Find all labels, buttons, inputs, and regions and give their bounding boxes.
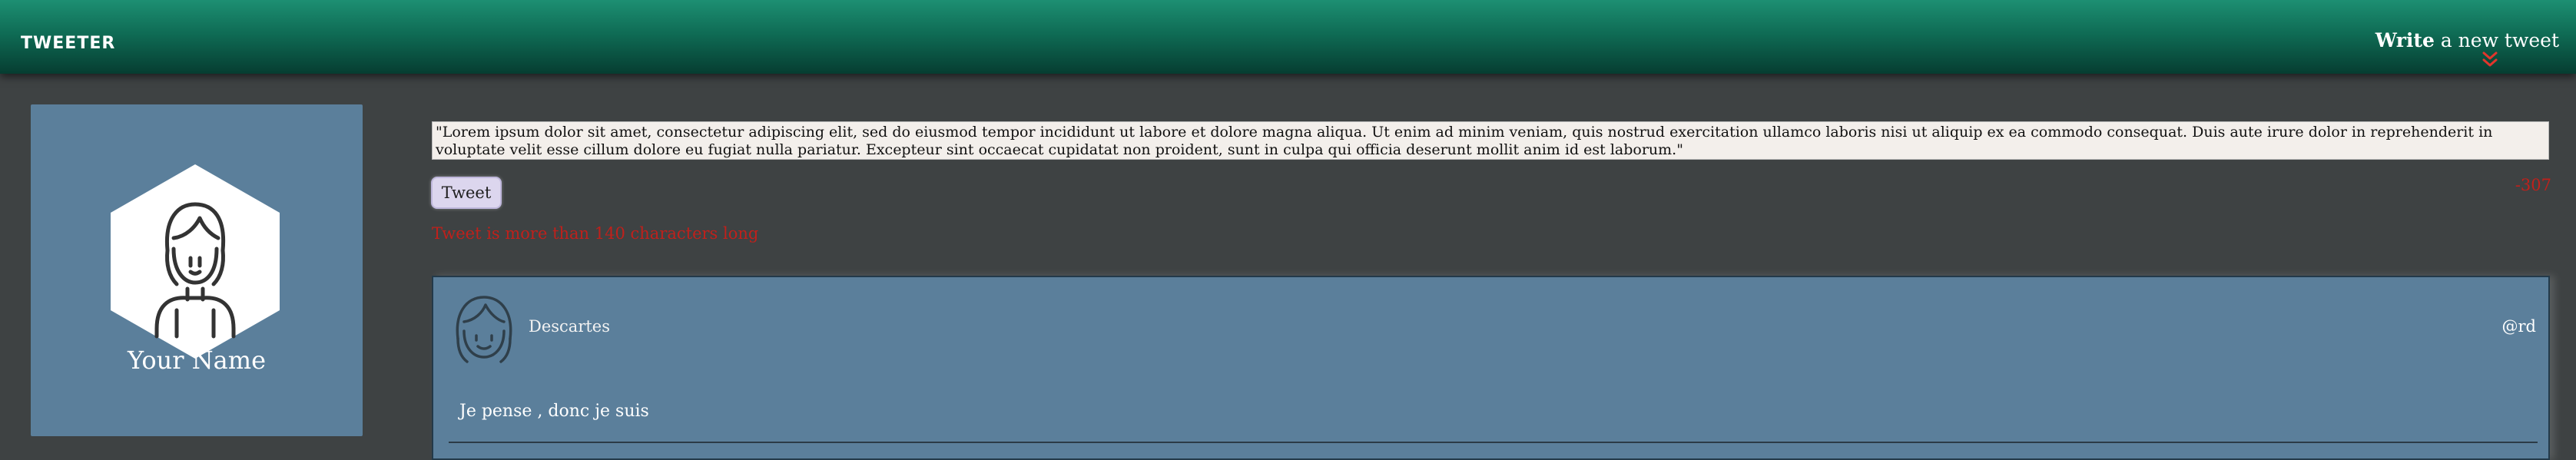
profile-card: Your Name	[31, 104, 363, 436]
tweet-compose-input[interactable]: "Lorem ipsum dolor sit amet, consectetur…	[432, 121, 2549, 160]
compose-toggle-bold-label: Write	[2375, 29, 2435, 51]
tweet-button[interactable]: Tweet	[431, 177, 502, 209]
double-chevron-down-icon[interactable]	[2478, 51, 2501, 69]
tweet-text: Je pense , donc je suis	[459, 402, 649, 421]
tweet-author-name[interactable]: Descartes	[529, 317, 610, 336]
brand-logo[interactable]: TWEETER	[21, 34, 115, 53]
tweet-author-handle[interactable]: @rd	[2502, 317, 2536, 336]
tweet-divider	[449, 442, 2538, 443]
write-new-tweet-toggle[interactable]: Write a new tweet	[2375, 29, 2559, 51]
character-counter: -307	[2515, 176, 2551, 194]
tweet-length-error: Tweet is more than 140 characters long	[432, 224, 759, 243]
compose-toggle-label: a new tweet	[2434, 29, 2559, 51]
user-avatar-icon	[456, 296, 512, 363]
tweet-card: Descartes @rd Je pense , donc je suis	[432, 276, 2550, 460]
profile-name: Your Name	[127, 346, 267, 375]
user-avatar-icon	[111, 164, 280, 359]
top-navbar: TWEETER Write a new tweet	[0, 0, 2576, 74]
